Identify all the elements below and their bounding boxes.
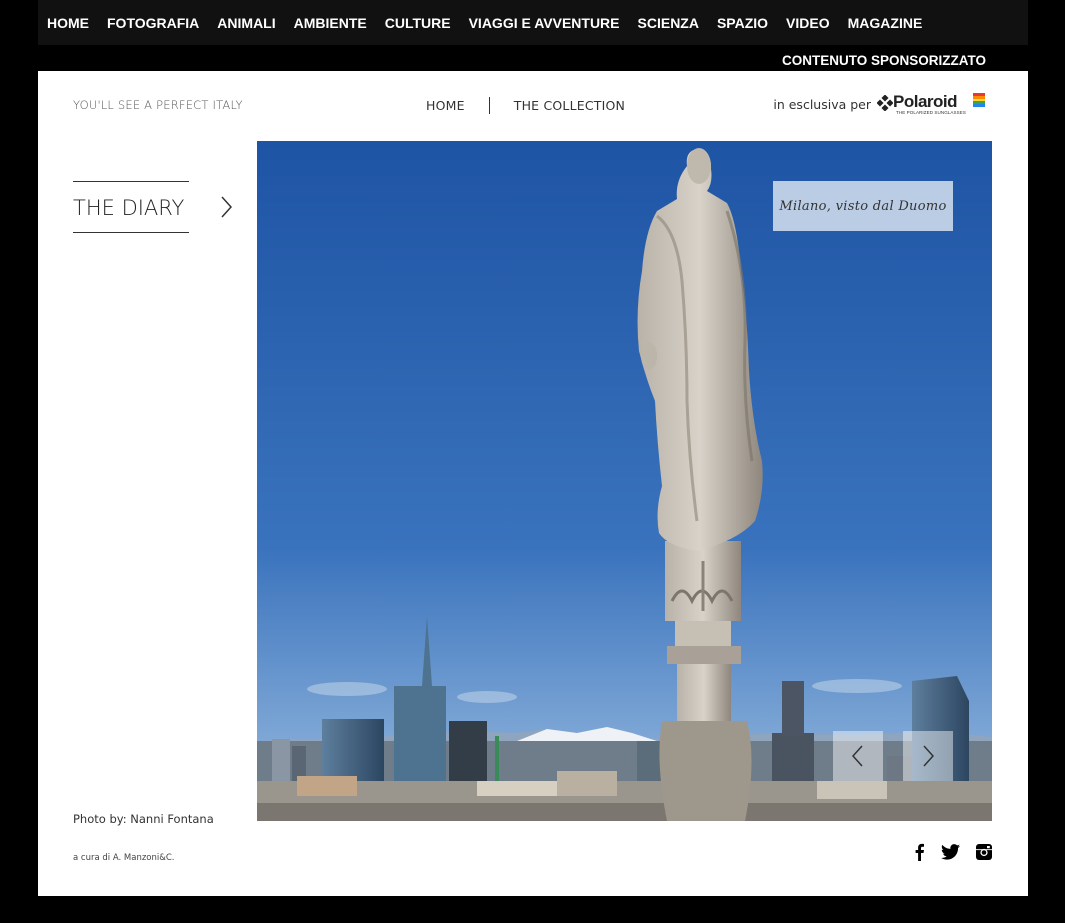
social-links (897, 843, 992, 866)
top-navigation: HOME FOTOGRAFIA ANIMALI AMBIENTE CULTURE… (38, 0, 1028, 45)
hero-photo: Milano, visto dal Duomo (257, 141, 992, 821)
nav-home[interactable]: HOME (47, 15, 89, 31)
logo-subtitle: THE POLARIZED SUNGLASSES (896, 110, 966, 115)
facebook-icon[interactable] (913, 843, 925, 866)
polaroid-logo[interactable]: Polaroid THE POLARIZED SUNGLASSES (877, 91, 985, 117)
subnav-home[interactable]: HOME (426, 98, 465, 113)
sponsored-content-label: CONTENUTO SPONSORIZZATO (781, 53, 986, 68)
nav-video[interactable]: VIDEO (786, 15, 830, 31)
nav-spazio[interactable]: SPAZIO (717, 15, 768, 31)
polaroid-rainbow-icon (973, 93, 985, 107)
nav-viaggi-e-avventure[interactable]: VIAGGI E AVVENTURE (469, 15, 620, 31)
next-slide-button[interactable] (903, 731, 953, 781)
instagram-icon[interactable] (976, 844, 992, 865)
the-diary-link[interactable]: THE DIARY (73, 181, 189, 233)
logo-wordmark: Polaroid (893, 92, 958, 111)
photo-caption: Milano, visto dal Duomo (773, 181, 953, 231)
nav-magazine[interactable]: MAGAZINE (848, 15, 923, 31)
exclusive-text: in esclusiva per (773, 96, 871, 112)
photo-caption-text: Milano, visto dal Duomo (779, 198, 947, 214)
milan-duomo-statue-image (257, 141, 992, 821)
nav-fotografia[interactable]: FOTOGRAFIA (107, 15, 199, 31)
chevron-right-icon[interactable] (218, 195, 234, 219)
nav-culture[interactable]: CULTURE (385, 15, 451, 31)
previous-slide-button[interactable] (833, 731, 883, 781)
curated-by: a cura di A. Manzoni&C. (73, 853, 175, 863)
polaroid-diamond-icon (877, 95, 893, 111)
twitter-icon[interactable] (941, 844, 960, 865)
the-diary-label: THE DIARY (73, 196, 185, 220)
chevron-right-icon (923, 745, 935, 767)
photo-credit: Photo by: Nanni Fontana (73, 812, 214, 826)
content-panel: YOU'LL SEE A PERFECT ITALY HOME THE COLL… (38, 71, 1028, 896)
sub-navigation: HOME THE COLLECTION (426, 97, 625, 114)
subnav-the-collection[interactable]: THE COLLECTION (514, 98, 625, 113)
nav-animali[interactable]: ANIMALI (217, 15, 275, 31)
sponsor-block: in esclusiva per Polaroid THE POLARIZED … (773, 91, 985, 117)
subnav-divider (488, 97, 490, 114)
chevron-left-icon (851, 745, 863, 767)
site-tagline: YOU'LL SEE A PERFECT ITALY (73, 98, 243, 112)
nav-ambiente[interactable]: AMBIENTE (294, 15, 367, 31)
nav-scienza[interactable]: SCIENZA (638, 15, 699, 31)
